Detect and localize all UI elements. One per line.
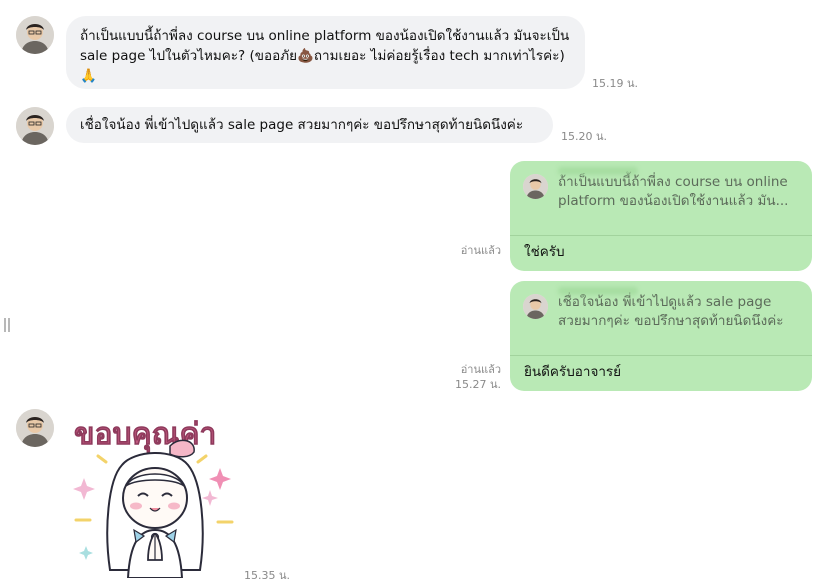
- quoted-avatar: [523, 174, 548, 199]
- quoted-message[interactable]: ถ้าเป็นแบบนี้ถ้าพี่ลง course บน online p…: [510, 161, 812, 236]
- drag-handle[interactable]: [4, 318, 10, 332]
- quoted-text: เชื่อใจน้อง พี่เข้าไปดูแล้ว sale page สว…: [558, 294, 784, 329]
- quoted-sender-name: [558, 287, 638, 295]
- sender-avatar[interactable]: [16, 16, 54, 54]
- thank-you-sticker[interactable]: ขอบคุณค่า: [70, 410, 240, 579]
- reply-text: ใช่ครับ: [524, 244, 565, 260]
- quoted-avatar: [523, 294, 548, 319]
- quoted-sender-name: [558, 167, 638, 175]
- message-timestamp: 15.35 น.: [244, 569, 291, 582]
- message-bubble[interactable]: เชื่อใจน้อง พี่เข้าไปดูแล้ว sale page สว…: [66, 107, 553, 143]
- sender-avatar[interactable]: [16, 107, 54, 145]
- quoted-text: ถ้าเป็นแบบนี้ถ้าพี่ลง course บน online p…: [558, 174, 789, 209]
- message-timestamp: 15.20 น.: [561, 130, 608, 143]
- reply-text: ยินดีครับอาจารย์: [524, 364, 622, 380]
- message-timestamp: 15.19 น.: [592, 77, 639, 90]
- reply-bubble[interactable]: ถ้าเป็นแบบนี้ถ้าพี่ลง course บน online p…: [510, 161, 812, 271]
- message-text: เชื่อใจน้อง พี่เข้าไปดูแล้ว sale page สว…: [80, 117, 524, 133]
- sticker-caption: ขอบคุณค่า: [74, 417, 216, 453]
- message-bubble[interactable]: ถ้าเป็นแบบนี้ถ้าพี่ลง course บน online p…: [66, 16, 585, 89]
- message-text: ถ้าเป็นแบบนี้ถ้าพี่ลง course บน online p…: [80, 28, 570, 84]
- read-receipt: อ่านแล้ว: [460, 244, 501, 257]
- sender-avatar[interactable]: [16, 409, 54, 447]
- read-receipt: อ่านแล้ว: [460, 363, 501, 376]
- quoted-message[interactable]: เชื่อใจน้อง พี่เข้าไปดูแล้ว sale page สว…: [510, 281, 812, 356]
- message-timestamp: 15.27 น.: [454, 378, 501, 391]
- reply-bubble[interactable]: เชื่อใจน้อง พี่เข้าไปดูแล้ว sale page สว…: [510, 281, 812, 391]
